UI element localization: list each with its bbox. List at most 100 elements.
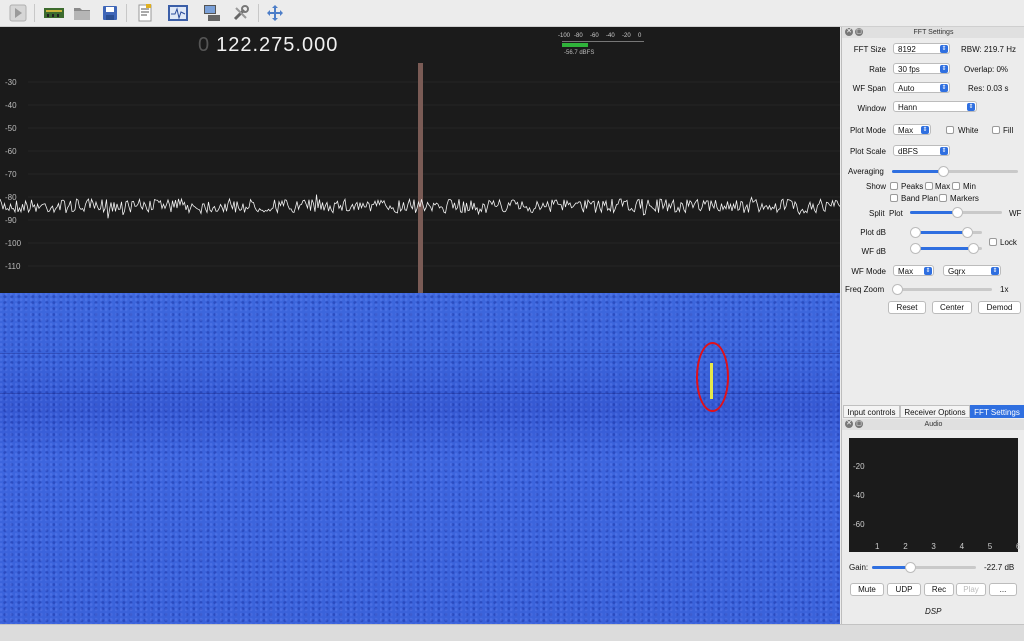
plot-db-label: Plot dB [860,228,886,237]
audio-fft-scope: -20 -40 -60 1 2 3 4 5 6 [849,438,1021,552]
chevron-down-icon: ⇕ [921,126,929,134]
plot-mode-label: Plot Mode [849,126,886,135]
reset-button[interactable]: Reset [888,301,926,314]
spectrum-plot[interactable]: -30-40-50-60-70-80-90-100-110 121.6121.8… [0,27,840,293]
plot-db-min-knob[interactable] [910,227,921,238]
udp-button[interactable]: UDP [887,583,921,596]
toolbar [0,0,1024,27]
side-panel: FFT Settings ✕ ◻ FFT Size 8192 ⇕ RBW: 219… [841,27,1024,624]
center-frequency-marker[interactable] [418,63,423,293]
chevron-down-icon: ⇕ [940,84,948,92]
min-checkbox[interactable] [952,182,960,190]
fill-label: Fill [1003,126,1014,135]
wf-colormap-combo[interactable]: Gqrx ⇕ [943,265,1001,276]
fft-size-value: 8192 [898,45,916,54]
spectrum-icon[interactable] [166,2,190,24]
res-readout: Res: 0.03 s [968,84,1009,93]
wf-db-min-knob[interactable] [910,243,921,254]
min-label: Min [963,182,976,191]
center-button[interactable]: Center [932,301,972,314]
tools-icon[interactable] [229,2,253,24]
gain-knob[interactable] [904,562,916,573]
freq-zoom-knob[interactable] [892,284,903,295]
signal-meter: -100 -80 -60 -40 -20 0 -56.7 dBFS [558,33,648,59]
overlap-readout: Overlap: 0% [964,65,1009,74]
gain-fill [872,566,909,569]
band-plan-label: Band Plan [901,194,938,203]
max-label: Max [935,182,951,191]
float-icon[interactable]: ◻ [855,420,863,428]
averaging-slider[interactable] [892,166,1018,177]
markers-checkbox[interactable] [939,194,947,202]
tab-receiver-options[interactable]: Receiver Options [900,405,970,418]
rate-label: Rate [869,65,886,74]
tab-input-controls[interactable]: Input controls [843,405,900,418]
peaks-checkbox[interactable] [890,182,898,190]
audio-dock-title: Audio [842,419,1024,430]
open-icon[interactable] [70,2,94,24]
chevron-down-icon: ⇕ [991,267,999,275]
plot-db-range-slider[interactable] [910,227,982,238]
plot-scale-value: dBFS [898,147,919,156]
signal-level-bar [562,43,588,47]
wf-mode-combo[interactable]: Max ⇕ [893,265,934,276]
chevron-down-icon: ⇕ [940,45,948,53]
averaging-label: Averaging [848,167,884,176]
split-fill [910,211,958,214]
plot-scale-combo[interactable]: dBFS ⇕ [893,145,950,156]
scope-x-label: 6 [1016,542,1021,551]
more-button[interactable]: ... [989,583,1017,596]
meter-tick-label: -80 [574,33,583,39]
wf-db-label: WF dB [861,247,886,256]
demod-button[interactable]: Demod [978,301,1021,314]
rec-button[interactable]: Rec [924,583,954,596]
save-icon[interactable] [98,2,122,24]
wf-span-combo[interactable]: Auto ⇕ [893,82,950,93]
notes-icon[interactable] [133,2,157,24]
averaging-fill [892,170,943,173]
gain-slider[interactable] [872,562,976,573]
network-icon[interactable] [200,2,224,24]
play-button[interactable]: Play [956,583,986,596]
freq-zoom-slider[interactable] [892,284,992,295]
frequency-readout[interactable]: 0 122.275.000 [198,34,338,57]
fill-checkbox[interactable] [992,126,1000,134]
split-slider[interactable] [910,207,1002,218]
wf-span-value: Auto [898,84,915,93]
window-label: Window [857,104,886,113]
start-icon[interactable] [6,2,30,24]
wf-db-max-knob[interactable] [968,243,979,254]
split-knob[interactable] [952,207,964,218]
window-value: Hann [898,103,918,112]
window-combo[interactable]: Hann ⇕ [893,101,977,112]
rate-value: 30 fps [898,65,920,74]
plot-mode-value: Max [898,126,914,135]
float-icon[interactable]: ◻ [855,28,863,36]
band-plan-checkbox[interactable] [890,194,898,202]
chevron-down-icon: ⇕ [924,267,932,275]
plot-db-max-knob[interactable] [962,227,973,238]
mute-button[interactable]: Mute [850,583,884,596]
wf-colormap-value: Gqrx [948,267,966,276]
rbw-readout: RBW: 219.7 Hz [961,45,1016,54]
fft-size-combo[interactable]: 8192 ⇕ [893,43,950,54]
white-checkbox[interactable] [946,126,954,134]
wf-db-range-slider[interactable] [910,243,982,254]
dsp-label: DSP [925,607,942,616]
lock-checkbox[interactable] [989,238,997,246]
close-icon[interactable]: ✕ [845,28,853,36]
plot-mode-combo[interactable]: Max ⇕ [893,124,931,135]
waterfall-display[interactable] [0,293,840,624]
max-checkbox[interactable] [925,182,933,190]
averaging-knob[interactable] [938,166,949,177]
close-icon[interactable]: ✕ [845,420,853,428]
rate-combo[interactable]: 30 fps ⇕ [893,63,950,74]
show-label: Show [865,182,886,191]
frequency-value: 122.275.000 [216,34,339,56]
hardware-icon[interactable] [42,2,66,24]
wf-mode-label: WF Mode [851,267,886,276]
scope-x-label: 2 [903,542,908,551]
status-bar [0,624,1024,641]
tab-fft-settings[interactable]: FFT Settings [970,405,1024,418]
fullscreen-icon[interactable] [263,2,287,24]
